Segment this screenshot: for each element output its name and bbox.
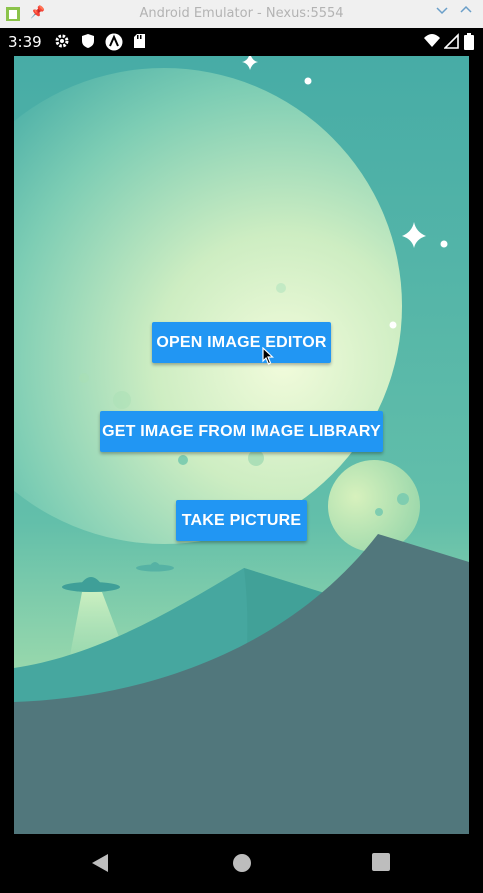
recents-icon[interactable] [372,853,390,875]
sd-card-icon [133,33,146,53]
chevron-down-icon[interactable] [436,4,448,20]
shield-icon [81,33,95,53]
navigation-bar [0,834,483,893]
open-image-editor-button[interactable]: OPEN IMAGE EDITOR [152,322,331,363]
home-icon[interactable] [232,853,252,877]
status-time: 3:39 [8,33,42,51]
wifi-icon [423,33,441,53]
mouse-cursor-icon [262,346,275,369]
emulator-title-bar: 📌 Android Emulator - Nexus:5554 [0,0,483,28]
back-icon[interactable] [91,853,109,877]
get-image-from-library-button[interactable]: GET IMAGE FROM IMAGE LIBRARY [100,411,383,452]
signal-icon [443,33,459,53]
take-picture-button[interactable]: TAKE PICTURE [176,500,307,541]
a-icon [105,33,123,55]
settings-icon [54,33,70,53]
app-screen: OPEN IMAGE EDITOR GET IMAGE FROM IMAGE L… [14,56,469,834]
chevron-up-icon[interactable] [460,4,472,20]
status-bar: 3:39 [0,28,483,56]
battery-icon [464,33,474,54]
window-title: Android Emulator - Nexus:5554 [139,6,344,21]
